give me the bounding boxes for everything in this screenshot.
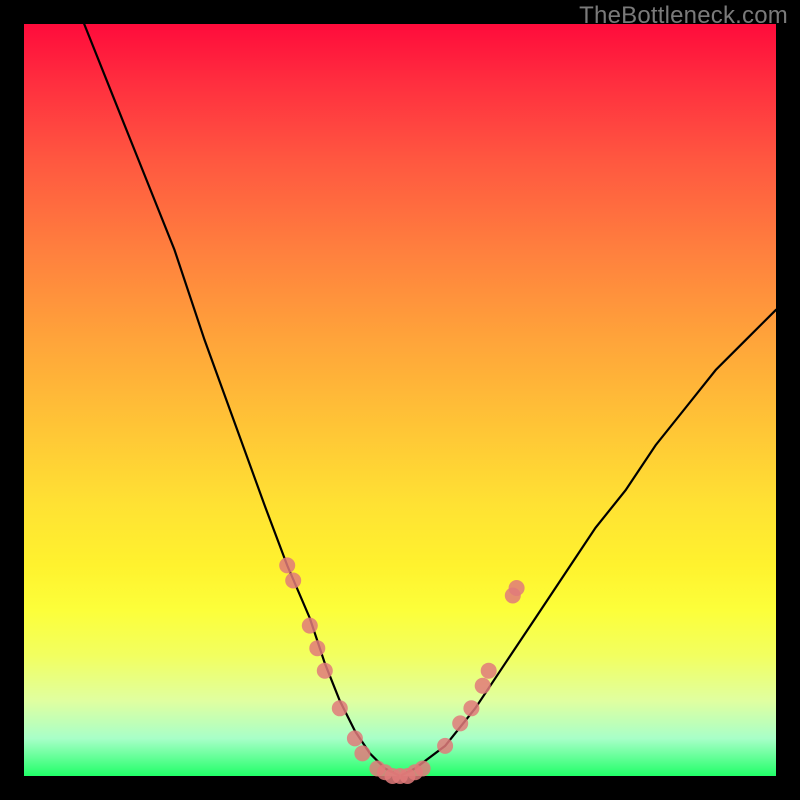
highlight-dot [463, 700, 479, 716]
highlight-dot [509, 580, 525, 596]
plot-area [24, 24, 776, 776]
highlight-dot [285, 573, 301, 589]
highlight-dot [354, 745, 370, 761]
highlight-dot [481, 663, 497, 679]
highlight-dot [475, 678, 491, 694]
highlight-dot [437, 738, 453, 754]
highlight-dot [317, 663, 333, 679]
bottleneck-curve [84, 24, 776, 776]
highlight-dot [279, 557, 295, 573]
highlight-dot [302, 618, 318, 634]
chart-svg [24, 24, 776, 776]
highlight-dots [279, 557, 524, 784]
chart-frame: TheBottleneck.com [0, 0, 800, 800]
highlight-dot [347, 730, 363, 746]
highlight-dot [309, 640, 325, 656]
highlight-dot [332, 700, 348, 716]
highlight-dot [415, 761, 431, 777]
highlight-dot [452, 715, 468, 731]
